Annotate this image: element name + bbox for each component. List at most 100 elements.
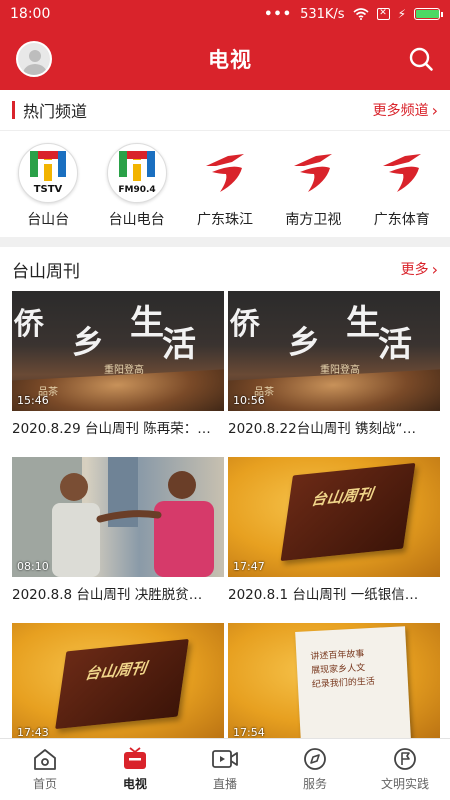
status-icons: ••• 531K/s ✕ ⚡: [264, 6, 443, 22]
video-duration: 15:46: [17, 394, 49, 407]
fm-logo-icon: FM90.4: [106, 143, 167, 203]
nav-label: 首页: [32, 777, 57, 791]
network-speed: 531K/s: [300, 6, 345, 22]
video-thumbnail: 侨 乡 生 活 重阳登高 品茶 10:56: [228, 291, 440, 411]
thumb-photo-graphic: [12, 457, 214, 577]
thumb-book: 台山周刊: [55, 638, 189, 730]
tstv-logo-icon: TSTV: [18, 143, 79, 203]
video-duration: 10:56: [233, 394, 265, 407]
nav-label: 服务: [302, 777, 327, 791]
book-logo-text: 台山周刊: [310, 484, 375, 510]
app-header: 电视: [0, 28, 450, 90]
hot-channels-title-text: 热门频道: [23, 102, 88, 121]
status-bar: 18:00 ••• 531K/s ✕ ⚡: [0, 0, 450, 28]
gdtv-logo-icon: [372, 143, 432, 203]
thumb-subtext: 重阳登高: [104, 365, 144, 376]
video-thumbnail: 08:10: [12, 457, 224, 577]
video-title: 2020.8.22台山周刊 镌刻战“…: [228, 421, 416, 437]
video-grid: 侨 乡 生 活 重阳登高 品茶 15:46 2020.8.29 台山周刊 陈再荣…: [0, 291, 450, 789]
nav-label: 文明实践: [380, 777, 429, 791]
video-thumbnail: 侨 乡 生 活 重阳登高 品茶 15:46: [12, 291, 224, 411]
search-icon[interactable]: [408, 46, 434, 72]
nav-label: 电视: [122, 777, 147, 791]
thumb-text: 乡: [72, 323, 105, 361]
tv-screen: 18:00 ••• 531K/s ✕ ⚡ 电视 热门频道 更多频道 › TSTV…: [0, 0, 450, 800]
bottom-nav: 首页 电视 直播 服务 文明实践: [0, 738, 450, 800]
video-card[interactable]: 侨 乡 生 活 重阳登高 品茶 15:46 2020.8.29 台山周刊 陈再荣…: [12, 291, 224, 457]
channel-name: 台山电台: [108, 212, 165, 228]
tv-icon: [124, 747, 146, 769]
weekly-header: 台山周刊 更多 ›: [0, 247, 450, 291]
book-logo-text: 台山周刊: [83, 658, 148, 683]
video-duration: 08:10: [17, 560, 49, 573]
chevron-right-icon: ›: [431, 100, 438, 120]
sim-x-icon: ✕: [376, 8, 390, 20]
chevron-right-icon: ›: [431, 259, 438, 279]
more-weekly-label: 更多: [400, 262, 429, 278]
tstv-logo-text: TSTV: [34, 184, 63, 195]
video-card[interactable]: 台山周刊 17:47 2020.8.1 台山周刊 一纸银信…: [228, 457, 440, 623]
flag-icon: [394, 748, 416, 770]
thumb-subtext: 重阳登高: [320, 365, 360, 376]
section-accent-bar: [12, 101, 15, 119]
video-title: 2020.8.8 台山周刊 决胜脱贫…: [12, 587, 203, 603]
video-card[interactable]: 08:10 2020.8.8 台山周刊 决胜脱贫…: [12, 457, 224, 623]
nav-item-tv[interactable]: 电视: [95, 747, 175, 792]
channel-name: 台山台: [27, 212, 70, 228]
nav-item-civilization[interactable]: 文明实践: [365, 747, 445, 792]
charging-icon: ⚡: [397, 7, 406, 21]
video-thumbnail: 讲述百年故事 展现家乡人文 纪录我们的生活 17:54: [228, 623, 440, 743]
live-icon: [212, 750, 238, 768]
video-duration: 17:47: [233, 560, 265, 573]
nav-item-home[interactable]: 首页: [5, 747, 85, 792]
avatar-icon[interactable]: [16, 41, 52, 77]
thumb-book: 台山周刊: [280, 462, 416, 562]
compass-icon: [304, 748, 326, 770]
fm-logo-graphic: FM90.4: [118, 151, 155, 195]
more-weekly-link[interactable]: 更多 ›: [401, 259, 438, 279]
status-time: 18:00: [10, 6, 51, 22]
video-title: 2020.8.1 台山周刊 一纸银信…: [228, 587, 419, 603]
video-card[interactable]: 侨 乡 生 活 重阳登高 品茶 10:56 2020.8.22台山周刊 镌刻战“…: [228, 291, 440, 457]
thumb-text: 乡: [288, 323, 321, 361]
battery-icon: [414, 8, 443, 20]
page-text: 纪录我们的生活: [311, 676, 376, 691]
thumb-text: 侨: [230, 307, 260, 342]
channel-item-taishan-tv[interactable]: TSTV 台山台: [5, 143, 91, 229]
gdtv-logo-icon: [195, 143, 255, 203]
channel-name: 南方卫视: [285, 212, 342, 228]
more-channels-label: 更多频道: [372, 103, 429, 119]
thumb-text: 侨: [14, 307, 44, 342]
thumb-text: 活: [162, 325, 196, 365]
video-title: 2020.8.29 台山周刊 陈再荣：…: [12, 421, 211, 437]
fm-logo-text: FM90.4: [118, 185, 155, 195]
channel-name: 广东珠江: [196, 212, 253, 228]
tstv-logo-graphic: TSTV: [30, 151, 67, 195]
channel-name: 广东体育: [373, 212, 430, 228]
top-bar: 18:00 ••• 531K/s ✕ ⚡ 电视: [0, 0, 450, 90]
channel-list: TSTV 台山台 FM90.4 台山电台 广东珠江 南方卫视 广东体育: [0, 131, 450, 237]
home-icon: [34, 749, 56, 770]
thumb-text: 生: [130, 303, 164, 343]
wifi-icon: [353, 8, 369, 20]
gdtv-logo-icon: [283, 143, 343, 203]
thumb-text: 活: [378, 325, 412, 365]
nav-label: 直播: [212, 777, 237, 791]
weekly-title: 台山周刊: [12, 261, 80, 282]
channel-item-guangdong-sports[interactable]: 广东体育: [359, 143, 445, 229]
channel-item-taishan-radio[interactable]: FM90.4 台山电台: [94, 143, 180, 229]
section-gap: [0, 237, 450, 247]
video-thumbnail: 台山周刊 17:47: [228, 457, 440, 577]
more-dots: •••: [264, 6, 293, 22]
channel-item-guangdong-zhujiang[interactable]: 广东珠江: [182, 143, 268, 229]
channel-item-nanfang-satellite[interactable]: 南方卫视: [270, 143, 356, 229]
thumb-page: 讲述百年故事 展现家乡人文 纪录我们的生活: [295, 626, 411, 743]
hot-channels-title: 热门频道: [12, 98, 87, 122]
nav-item-live[interactable]: 直播: [185, 747, 265, 792]
hot-channels-header: 热门频道 更多频道 ›: [0, 90, 450, 130]
more-channels-link[interactable]: 更多频道 ›: [373, 100, 438, 120]
battery-level: [416, 10, 439, 18]
page-title: 电视: [208, 48, 252, 72]
thumb-text: 生: [346, 303, 380, 343]
nav-item-service[interactable]: 服务: [275, 747, 355, 792]
